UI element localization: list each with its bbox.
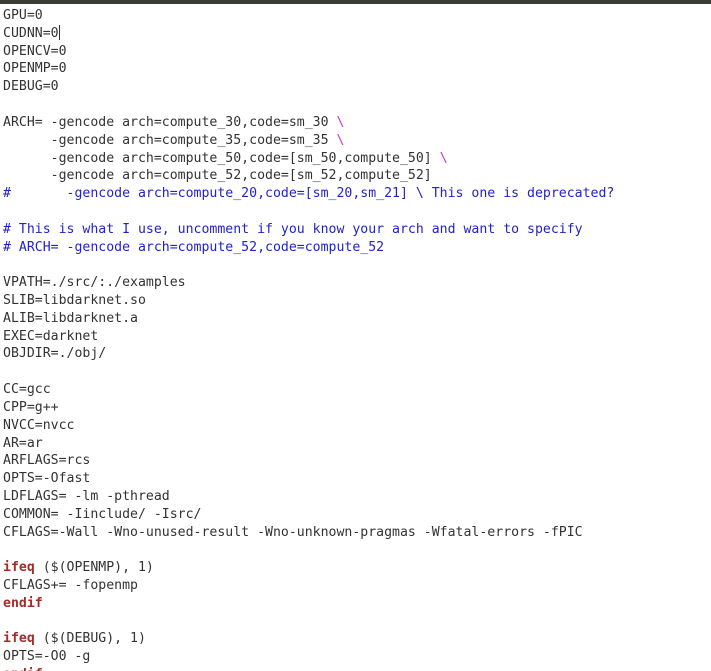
code-line[interactable]: endif [3, 595, 711, 613]
code-token-plain: ARFLAGS=rcs [3, 453, 91, 469]
code-token-plain: CC=gcc [3, 382, 51, 398]
code-editor-area[interactable]: GPU=0CUDNN=0OPENCV=0OPENMP=0DEBUG=0​ARCH… [0, 4, 711, 671]
code-line[interactable]: CUDNN=0 [3, 24, 711, 43]
code-token-plain: ($(DEBUG), 1) [34, 631, 146, 647]
code-line[interactable]: ​ [3, 363, 711, 381]
code-token-plain: VPATH=./src/:./examples [3, 275, 186, 291]
code-token-plain: CUDNN=0 [3, 25, 59, 41]
code-line[interactable]: OPTS=-O0 -g [3, 648, 711, 666]
code-token-comment: # This is what I use, uncomment if you k… [3, 221, 583, 237]
code-line[interactable]: OPENCV=0 [3, 43, 711, 61]
code-line[interactable]: ARCH= -gencode arch=compute_30,code=sm_3… [3, 114, 711, 132]
code-token-plain: GPU=0 [3, 8, 43, 23]
code-token-plain: CFLAGS+= -fopenmp [3, 578, 138, 593]
code-token-plain: OPENMP=0 [3, 61, 67, 77]
code-line[interactable]: EXEC=darknet [3, 328, 711, 346]
code-line[interactable]: ALIB=libdarknet.a [3, 310, 711, 328]
code-line[interactable]: # This is what I use, uncomment if you k… [3, 221, 711, 239]
code-line[interactable]: ifeq ($(OPENMP), 1) [3, 559, 711, 577]
code-token-plain: -gencode arch=compute_50,code=[sm_50,com… [3, 150, 440, 166]
code-token-cont: \ [336, 132, 345, 148]
code-line[interactable]: # ARCH= -gencode arch=compute_52,code=co… [3, 239, 711, 257]
makefile-source-code[interactable]: GPU=0CUDNN=0OPENCV=0OPENMP=0DEBUG=0​ARCH… [0, 4, 711, 671]
code-line[interactable]: endif [3, 666, 711, 671]
code-line[interactable]: COMMON= -Iinclude/ -Isrc/ [3, 506, 711, 524]
code-token-cont: \ [336, 114, 345, 130]
code-token-plain: SLIB=libdarknet.so [3, 293, 146, 308]
code-line[interactable]: CPP=g++ [3, 399, 711, 417]
code-token-plain: COMMON= -Iinclude/ -Isrc/ [3, 506, 202, 522]
code-line[interactable]: CC=gcc [3, 381, 711, 399]
code-line[interactable]: OPENMP=0 [3, 60, 711, 78]
code-token-kw: endif [3, 595, 43, 611]
code-token-comment: # ARCH= -gencode arch=compute_52,code=co… [3, 239, 385, 255]
code-token-plain: ($(OPENMP), 1) [34, 560, 154, 576]
code-line[interactable]: ifeq ($(DEBUG), 1) [3, 630, 711, 648]
code-token-plain: ARCH= -gencode arch=compute_30,code=sm_3… [3, 114, 337, 130]
code-token-plain: CFLAGS=-Wall -Wno-unused-result -Wno-unk… [3, 524, 583, 540]
code-line[interactable]: -gencode arch=compute_35,code=sm_35 \ [3, 132, 711, 150]
code-token-plain: CPP=g++ [3, 399, 59, 415]
code-token-cont: \ [439, 150, 448, 166]
code-line[interactable]: GPU=0 [3, 7, 711, 25]
code-line[interactable]: DEBUG=0 [3, 78, 711, 96]
code-line[interactable]: # -gencode arch=compute_20,code=[sm_20,s… [3, 185, 711, 203]
code-token-plain: NVCC=nvcc [3, 417, 75, 433]
code-line[interactable]: LDFLAGS= -lm -pthread [3, 488, 711, 506]
code-token-plain: OPENCV=0 [3, 43, 67, 59]
code-token-kw: endif [3, 667, 43, 671]
code-token-plain: OPTS=-O0 -g [3, 649, 91, 665]
code-token-plain: AR=ar [3, 435, 43, 451]
code-token-plain: LDFLAGS= -lm -pthread [3, 488, 170, 504]
code-line[interactable]: ​ [3, 541, 711, 559]
code-token-comment: # -gencode arch=compute_20,code=[sm_20,s… [3, 186, 615, 202]
code-line[interactable]: CFLAGS+= -fopenmp [3, 577, 711, 595]
code-token-kw: ifeq [3, 560, 35, 576]
code-line[interactable]: SLIB=libdarknet.so [3, 292, 711, 310]
code-line[interactable]: OPTS=-Ofast [3, 470, 711, 488]
code-token-plain: ALIB=libdarknet.a [3, 310, 138, 326]
code-line[interactable]: -gencode arch=compute_52,code=[sm_52,com… [3, 167, 711, 185]
code-line[interactable]: ​ [3, 96, 711, 114]
code-line[interactable]: AR=ar [3, 435, 711, 453]
code-token-kw: ifeq [3, 631, 35, 647]
text-editor-window: GPU=0CUDNN=0OPENCV=0OPENMP=0DEBUG=0​ARCH… [0, 0, 711, 671]
text-cursor [58, 24, 60, 40]
code-token-plain: DEBUG=0 [3, 79, 59, 95]
code-line[interactable]: ​ [3, 613, 711, 631]
code-token-plain: EXEC=darknet [3, 328, 99, 344]
code-token-plain: -gencode arch=compute_52,code=[sm_52,com… [3, 168, 432, 184]
code-token-plain: OBJDIR=./obj/ [3, 346, 107, 362]
code-line[interactable]: ARFLAGS=rcs [3, 452, 711, 470]
code-line[interactable]: NVCC=nvcc [3, 417, 711, 435]
code-token-plain: -gencode arch=compute_35,code=sm_35 [3, 132, 337, 148]
code-line[interactable]: CFLAGS=-Wall -Wno-unused-result -Wno-unk… [3, 524, 711, 542]
code-line[interactable]: ​ [3, 256, 711, 274]
code-line[interactable]: OBJDIR=./obj/ [3, 345, 711, 363]
code-line[interactable]: -gencode arch=compute_50,code=[sm_50,com… [3, 150, 711, 168]
code-line[interactable]: ​ [3, 203, 711, 221]
code-token-plain: OPTS=-Ofast [3, 471, 91, 487]
code-line[interactable]: VPATH=./src/:./examples [3, 274, 711, 292]
